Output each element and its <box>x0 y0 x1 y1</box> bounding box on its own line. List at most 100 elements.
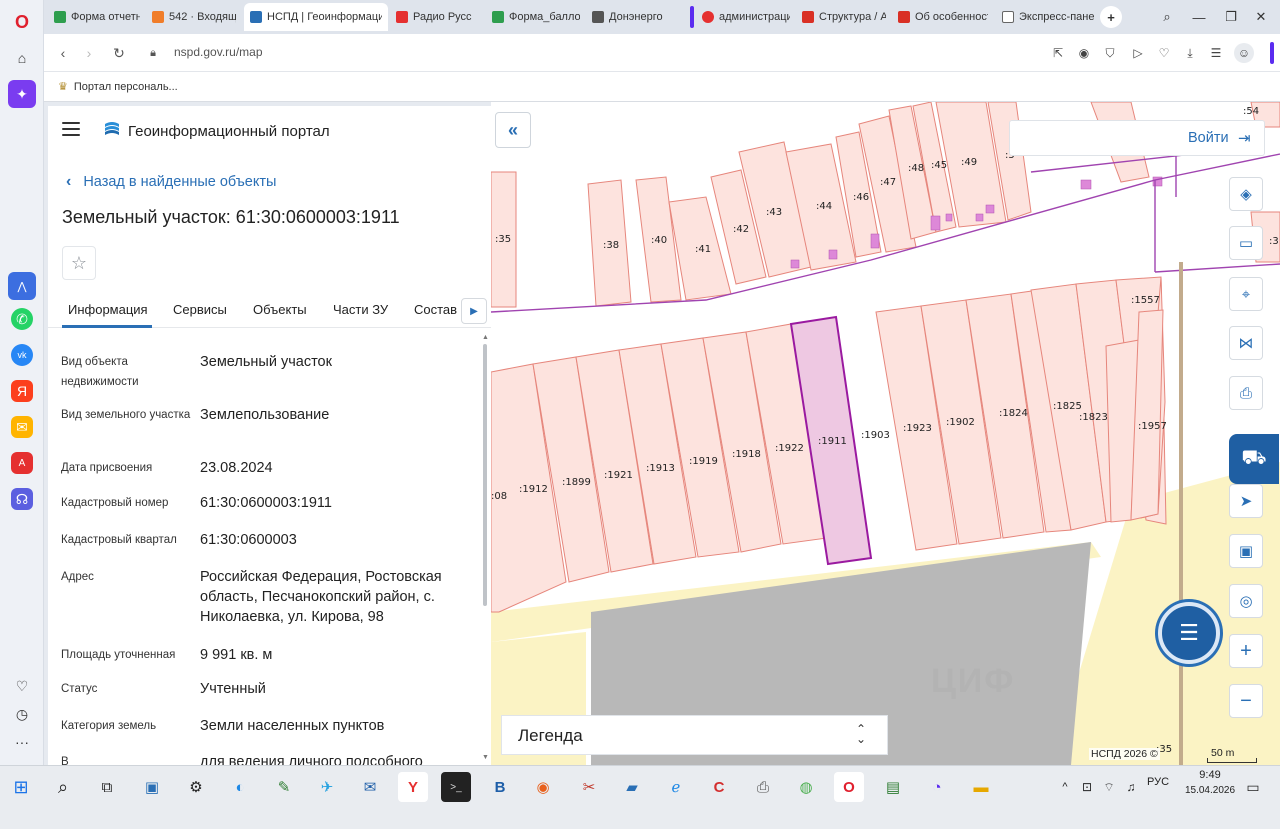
tab-parts[interactable]: Части ЗУ <box>333 302 388 317</box>
history-icon[interactable]: ◷ <box>8 700 36 728</box>
ruler-icon[interactable]: ▭ <box>1229 226 1263 260</box>
collapse-panel-button[interactable]: « <box>495 112 531 148</box>
scroll-down-icon[interactable]: ▼ <box>482 754 489 761</box>
url-field[interactable]: nspd.gov.ru/map <box>174 45 263 59</box>
navigate-icon[interactable]: ➤ <box>1229 484 1263 518</box>
tab-9[interactable]: Об особенност <box>892 3 994 31</box>
mail-app-icon[interactable]: ✉ <box>355 772 385 802</box>
sidebar-app-icon[interactable]: ⋀ <box>8 272 36 300</box>
print-icon[interactable]: ⎙ <box>1229 376 1263 410</box>
heart-icon[interactable]: ♡ <box>1154 43 1174 63</box>
headphones-icon[interactable]: ☊ <box>11 488 33 510</box>
chat-button[interactable]: ☰ <box>1158 602 1220 664</box>
tab-objects[interactable]: Объекты <box>253 302 307 317</box>
back-button[interactable]: ‹ <box>52 42 74 64</box>
app-c-icon[interactable]: C <box>704 772 734 802</box>
minimize-button[interactable]: — <box>1188 6 1210 28</box>
app-arc-icon[interactable]: ◔ <box>922 772 952 802</box>
chrome-icon[interactable]: ◍ <box>791 772 821 802</box>
search-icon[interactable]: ⌕ <box>48 772 78 802</box>
map-view[interactable]: :35:38:40:41:42:43:44:46:47:48:45:49:5:5… <box>491 102 1280 765</box>
tab-services[interactable]: Сервисы <box>173 302 227 317</box>
translate-icon[interactable]: A <box>11 452 33 474</box>
scroll-up-icon[interactable]: ▲ <box>482 334 489 341</box>
share-icon[interactable]: ⋈ <box>1229 326 1263 360</box>
zoom-out-button[interactable]: − <box>1229 684 1263 718</box>
aria-icon[interactable]: ✦ <box>8 80 36 108</box>
restore-button[interactable]: ❐ <box>1220 6 1242 28</box>
heart-icon[interactable]: ♡ <box>8 672 36 700</box>
internet-explorer-icon[interactable]: ℯ <box>661 772 691 802</box>
tab-5[interactable]: Форма_балло <box>486 3 586 31</box>
tab-1[interactable]: Форма отчетн <box>48 3 146 31</box>
layers-icon[interactable]: ◈ <box>1229 177 1263 211</box>
reload-icon[interactable]: ↻ <box>108 42 130 64</box>
telegram-icon[interactable]: ✈ <box>312 772 342 802</box>
tab-4[interactable]: Радио Русс <box>390 3 486 31</box>
app-b-icon[interactable]: B <box>485 772 515 802</box>
location-icon[interactable]: ◎ <box>1229 584 1263 618</box>
snipping-icon[interactable]: ✂ <box>574 772 604 802</box>
easy-setup-icon[interactable]: ☰ <box>1206 43 1226 63</box>
download-icon[interactable]: ⤓ <box>1180 43 1200 63</box>
mail-icon[interactable]: ✉ <box>11 416 33 438</box>
opera-taskbar-icon[interactable]: O <box>834 772 864 802</box>
task-view-icon[interactable]: ⧉ <box>92 772 122 802</box>
camera-icon[interactable]: ◉ <box>1074 43 1094 63</box>
opera-logo-icon[interactable]: O <box>8 8 36 36</box>
tab-information[interactable]: Информация <box>68 302 148 317</box>
forward-button[interactable]: › <box>78 42 100 64</box>
edge-icon[interactable]: ◐ <box>225 772 255 802</box>
share-icon[interactable]: ⇱ <box>1048 43 1068 63</box>
tab-2[interactable]: 542 · Входящи <box>146 3 242 31</box>
yandex-icon[interactable]: Я <box>11 380 33 402</box>
new-tab-button[interactable]: + <box>1100 6 1122 28</box>
firefox-icon[interactable]: ◉ <box>528 772 558 802</box>
zoom-in-button[interactable]: + <box>1229 634 1263 668</box>
keyboard-language[interactable]: РУС <box>1147 776 1169 788</box>
app-monitor-icon[interactable]: ▣ <box>137 772 167 802</box>
shield-icon[interactable]: ⛉ <box>1100 43 1120 63</box>
more-icon[interactable]: ··· <box>8 728 36 756</box>
panel-scrollbar[interactable]: ▲ ▼ <box>481 334 489 764</box>
home-icon[interactable]: ⌂ <box>8 44 36 72</box>
book-icon[interactable]: ▰ <box>617 772 647 802</box>
network-icon[interactable]: ⊡ <box>1078 772 1096 802</box>
close-window-button[interactable]: ✕ <box>1250 6 1272 28</box>
whatsapp-icon[interactable]: ✆ <box>11 308 33 330</box>
volume-icon[interactable]: ♫ <box>1122 772 1140 802</box>
scanner-icon[interactable]: ⎙ <box>748 772 778 802</box>
login-box[interactable]: Войти ⇥ <box>1009 120 1265 156</box>
expand-collapse-icon[interactable]: ⌃ ⌄ <box>856 723 866 745</box>
send-icon[interactable]: ▷ <box>1128 43 1148 63</box>
login-icon[interactable]: ⇥ <box>1238 129 1251 147</box>
app-window-icon[interactable]: ▤ <box>878 772 908 802</box>
file-explorer-icon[interactable]: ▬ <box>966 772 996 802</box>
paint-icon[interactable]: ✎ <box>269 772 299 802</box>
terminal-icon[interactable]: >_ <box>441 772 471 802</box>
map-canvas[interactable]: :35:38:40:41:42:43:44:46:47:48:45:49:5:5… <box>491 102 1280 765</box>
settings-icon[interactable]: ⚙ <box>181 772 211 802</box>
back-to-results-link[interactable]: ‹ Назад в найденные объекты <box>66 173 276 191</box>
tab-6[interactable]: Донэнерго <box>586 3 682 31</box>
clock-time[interactable]: 9:49 <box>1190 769 1230 781</box>
profile-icon[interactable]: ☺ <box>1234 43 1254 63</box>
windows-start-icon[interactable]: ⊞ <box>6 772 36 802</box>
legend-bar[interactable]: Легенда ⌃ ⌄ <box>501 715 888 755</box>
bookmark-portal[interactable]: ♛ Портал персональ... <box>58 80 178 94</box>
tab-3-active[interactable]: НСПД | Геоинформацио <box>244 3 388 31</box>
clock-date[interactable]: 15.04.2026 <box>1180 785 1240 796</box>
wifi-icon[interactable]: ⌔ <box>1100 772 1118 802</box>
tab-composition[interactable]: Состав <box>414 302 457 317</box>
search-tabs-icon[interactable]: ⌕ <box>1156 6 1178 28</box>
yandex-browser-icon[interactable]: Y <box>398 772 428 802</box>
tray-chevron-icon[interactable]: ^ <box>1056 772 1074 802</box>
lock-icon[interactable]: 🔒︎ <box>142 42 164 64</box>
support-button[interactable]: ⛟ <box>1229 434 1279 484</box>
tab-8[interactable]: Структура / Ад <box>796 3 892 31</box>
tab-7[interactable]: администраци <box>696 3 796 31</box>
login-label[interactable]: Войти <box>1188 130 1229 146</box>
menu-icon[interactable] <box>62 122 80 138</box>
vk-icon[interactable]: vk <box>11 344 33 366</box>
favorite-star-icon[interactable]: ☆ <box>62 246 96 280</box>
